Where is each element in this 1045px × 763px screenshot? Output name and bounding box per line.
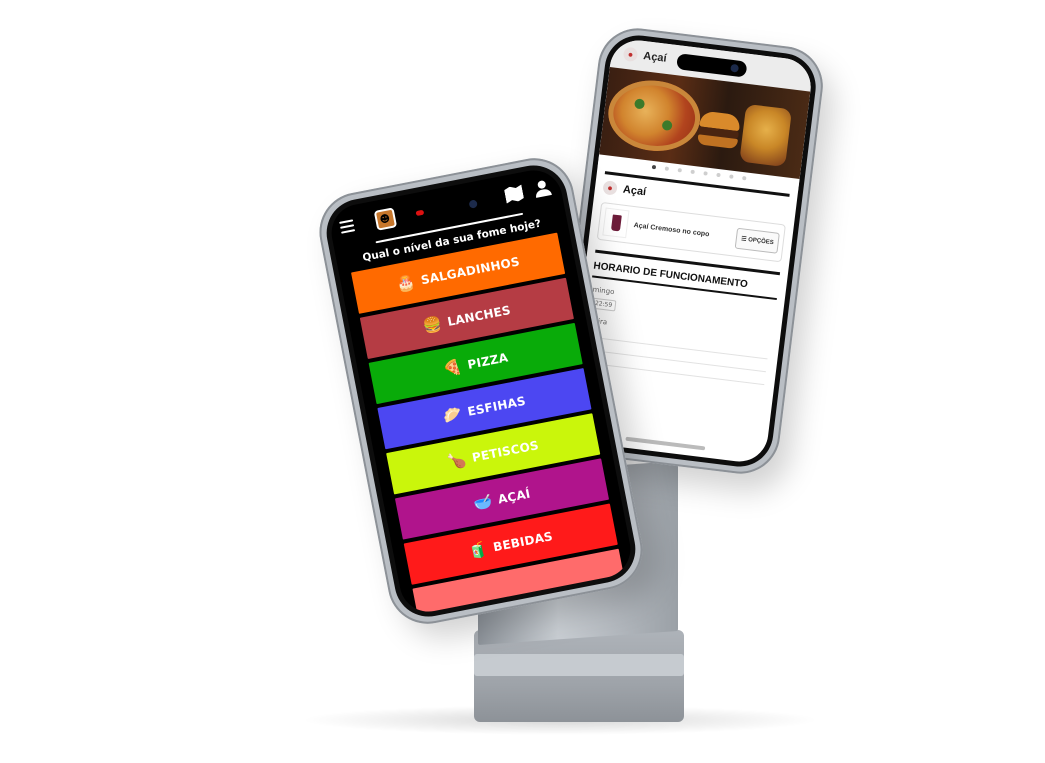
map-icon[interactable] xyxy=(504,185,525,204)
dynamic-island xyxy=(443,194,486,214)
carousel-dot[interactable] xyxy=(741,175,747,181)
options-button[interactable]: ☰ OPÇÕES xyxy=(734,227,780,254)
product-name: Açaí Cremoso no copo xyxy=(633,221,710,238)
category-icon: 🍕 xyxy=(441,356,464,379)
user-lock-icon[interactable] xyxy=(533,179,552,198)
category-label: AÇAÍ xyxy=(496,486,532,507)
pizza-image xyxy=(604,75,705,157)
carousel-dot[interactable] xyxy=(702,171,708,176)
carousel-dot[interactable] xyxy=(677,167,682,173)
category-icon: 🥣 xyxy=(471,491,494,513)
category-icon: 🍔 xyxy=(421,313,444,336)
category-label: ESFIHAS xyxy=(466,393,527,419)
product-thumbnail xyxy=(602,207,630,239)
burger-image xyxy=(697,110,741,151)
category-label: LANCHES xyxy=(446,303,512,329)
acai-section-icon: ● xyxy=(602,180,618,196)
category-label: SALGADINHOS xyxy=(419,254,521,288)
acai-category-icon: ● xyxy=(622,46,639,63)
carousel-dot[interactable] xyxy=(715,172,721,178)
stand-base xyxy=(474,630,684,722)
top-actions xyxy=(504,179,552,203)
category-list: 🎂 SALGADINHOS 🍔 LANCHES 🍕 PIZZA 🥟 ESFIHAS 🍗 PETIS… xyxy=(339,230,635,617)
carousel-dot[interactable] xyxy=(664,166,669,171)
stand-base-face xyxy=(474,654,684,676)
category-icon: 🧃 xyxy=(467,539,490,561)
category-icon: 🎂 xyxy=(394,272,417,294)
hamburger-menu-icon[interactable] xyxy=(339,219,356,234)
category-label: PIZZA xyxy=(466,350,510,372)
carousel-dot[interactable] xyxy=(651,164,656,170)
platter-image xyxy=(739,103,793,168)
restaurant-logo[interactable]: ☻ xyxy=(373,207,397,231)
divider xyxy=(585,349,766,373)
status-dot xyxy=(415,209,425,216)
category-label: PETISCOS xyxy=(470,438,540,465)
category-label: BEBIDAS xyxy=(492,529,554,555)
header-title: Açaí xyxy=(642,50,668,65)
category-icon: 🥟 xyxy=(441,403,464,426)
carousel-dot[interactable] xyxy=(728,174,734,179)
carousel-dot[interactable] xyxy=(689,169,695,175)
home-indicator[interactable] xyxy=(625,436,706,451)
category-icon: 🍗 xyxy=(446,449,469,471)
